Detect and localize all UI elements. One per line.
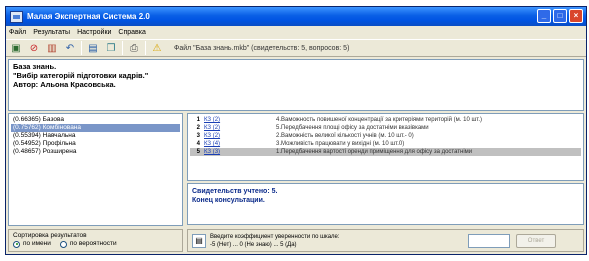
maximize-button[interactable]: □ — [553, 9, 567, 23]
question-text: 2.Ваможність великої кількості учнів (м.… — [276, 133, 414, 139]
menu-bar: Файл Результаты Настройки Справка — [6, 26, 586, 38]
question-link[interactable]: КЗ (4) — [204, 140, 276, 148]
main-window: Малая Экспертная Система 2.0 _ □ × Файл … — [5, 6, 587, 255]
answer-hint: Введите коэффициент уверенности по шкале… — [210, 233, 340, 248]
question-row[interactable]: 2 КЗ (2) 5.Передбачення площі офісу за д… — [190, 124, 581, 132]
categories-list[interactable]: (0.66365) Базова (0.75762) Комбінована (… — [8, 113, 183, 226]
question-number: 2 — [196, 125, 200, 131]
result-end: Конец консультации. — [192, 197, 265, 204]
toolbar-separator — [145, 41, 146, 55]
new-icon[interactable]: ▣ — [9, 41, 23, 55]
answer-group: ▤ Введите коэффициент уверенности по шка… — [187, 229, 584, 252]
menu-help[interactable]: Справка — [118, 29, 145, 36]
menu-settings[interactable]: Настройки — [77, 29, 111, 36]
sort-radio-row: по имени по вероятности — [13, 240, 178, 248]
sort-by-name-label[interactable]: по имени — [23, 240, 51, 248]
list-item[interactable]: (0.66365) Базова — [11, 116, 180, 124]
print-icon[interactable]: ⎙ — [127, 41, 141, 55]
save-icon[interactable]: ▤ — [86, 41, 100, 55]
question-text: 1.Передбачення вартості оренди приміщенн… — [276, 149, 473, 155]
question-link[interactable]: КЗ (2) — [204, 124, 276, 132]
question-row[interactable]: 5 КЗ (3) 1.Передбачення вартості оренди … — [190, 148, 581, 156]
menu-file[interactable]: Файл — [9, 29, 26, 36]
list-item[interactable]: (0.55394) Навчальна — [11, 132, 180, 140]
question-text: 4.Ваможность повишеної концентрації за к… — [276, 117, 483, 123]
list-item[interactable]: (0.48657) Розширена — [11, 148, 180, 156]
scale-icon: ▤ — [192, 233, 206, 248]
stop-icon[interactable]: ⊘ — [27, 41, 41, 55]
kb-file-label: Файл "База знань.mkb" (свидетельств: 5, … — [174, 44, 350, 52]
question-text: 3.Можливість працювати у вихідні (м. 10 … — [276, 141, 405, 147]
sort-by-name-radio[interactable] — [13, 240, 20, 248]
sort-by-probability-label[interactable]: по вероятности — [70, 240, 117, 248]
question-link[interactable]: КЗ (3) — [204, 148, 276, 156]
window-controls: _ □ × — [537, 9, 583, 23]
warning-icon[interactable]: ⚠ — [150, 41, 164, 55]
chart-icon[interactable]: ▥ — [45, 41, 59, 55]
toolbar-separator — [122, 41, 123, 55]
copy-icon[interactable]: ❐ — [104, 41, 118, 55]
kb-subtitle: "Вибір категорій підготовки кадрів." — [13, 71, 149, 80]
minimize-button[interactable]: _ — [537, 9, 551, 23]
menu-results[interactable]: Результаты — [33, 29, 70, 36]
answer-button[interactable]: Ответ — [516, 233, 556, 248]
window-title: Малая Экспертная Система 2.0 — [27, 12, 150, 21]
question-text: 5.Передбачення площі офісу за достатніми… — [276, 125, 429, 131]
close-button[interactable]: × — [569, 9, 583, 23]
title-bar[interactable]: Малая Экспертная Система 2.0 _ □ × — [6, 7, 586, 26]
question-number: 3 — [196, 133, 200, 139]
undo-icon[interactable]: ↶ — [63, 41, 77, 55]
list-item[interactable]: (0.54952) Профільна — [11, 140, 180, 148]
kb-author: Автор: Альона Красовська. — [13, 80, 116, 89]
answer-input[interactable] — [468, 233, 510, 248]
questions-list[interactable]: 1 КЗ (2) 4.Ваможность повишеної концентр… — [187, 113, 584, 181]
question-row[interactable]: 1 КЗ (2) 4.Ваможность повишеної концентр… — [190, 116, 581, 124]
list-item[interactable]: (0.75762) Комбінована — [11, 124, 180, 132]
question-number: 4 — [196, 141, 200, 147]
app-icon — [10, 10, 23, 23]
result-evidence-count: Свидетельств учтено: 5. — [192, 188, 278, 195]
sort-title: Сортировка результатов — [13, 232, 87, 239]
question-row[interactable]: 4 КЗ (4) 3.Можливість працювати у вихідн… — [190, 140, 581, 148]
sort-by-probability-radio[interactable] — [59, 240, 67, 248]
toolbar-separator — [81, 41, 82, 55]
question-link[interactable]: КЗ (2) — [204, 132, 276, 140]
toolbar: ▣ ⊘ ▥ ↶ ▤ ❐ ⎙ ⚠ Файл "База знань.mkb" (с… — [6, 39, 586, 57]
question-link[interactable]: КЗ (2) — [204, 116, 276, 124]
question-number: 5 — [196, 149, 200, 155]
result-panel: Свидетельств учтено: 5. Конец консультац… — [187, 183, 584, 225]
kb-header-panel: База знань. "Вибір категорій підготовки … — [8, 59, 584, 111]
sort-options-group: Сортировка результатов по имени по вероя… — [8, 229, 183, 252]
kb-title: База знань. — [13, 62, 57, 71]
question-row[interactable]: 3 КЗ (2) 2.Ваможність великої кількості … — [190, 132, 581, 140]
question-number: 1 — [196, 117, 200, 123]
